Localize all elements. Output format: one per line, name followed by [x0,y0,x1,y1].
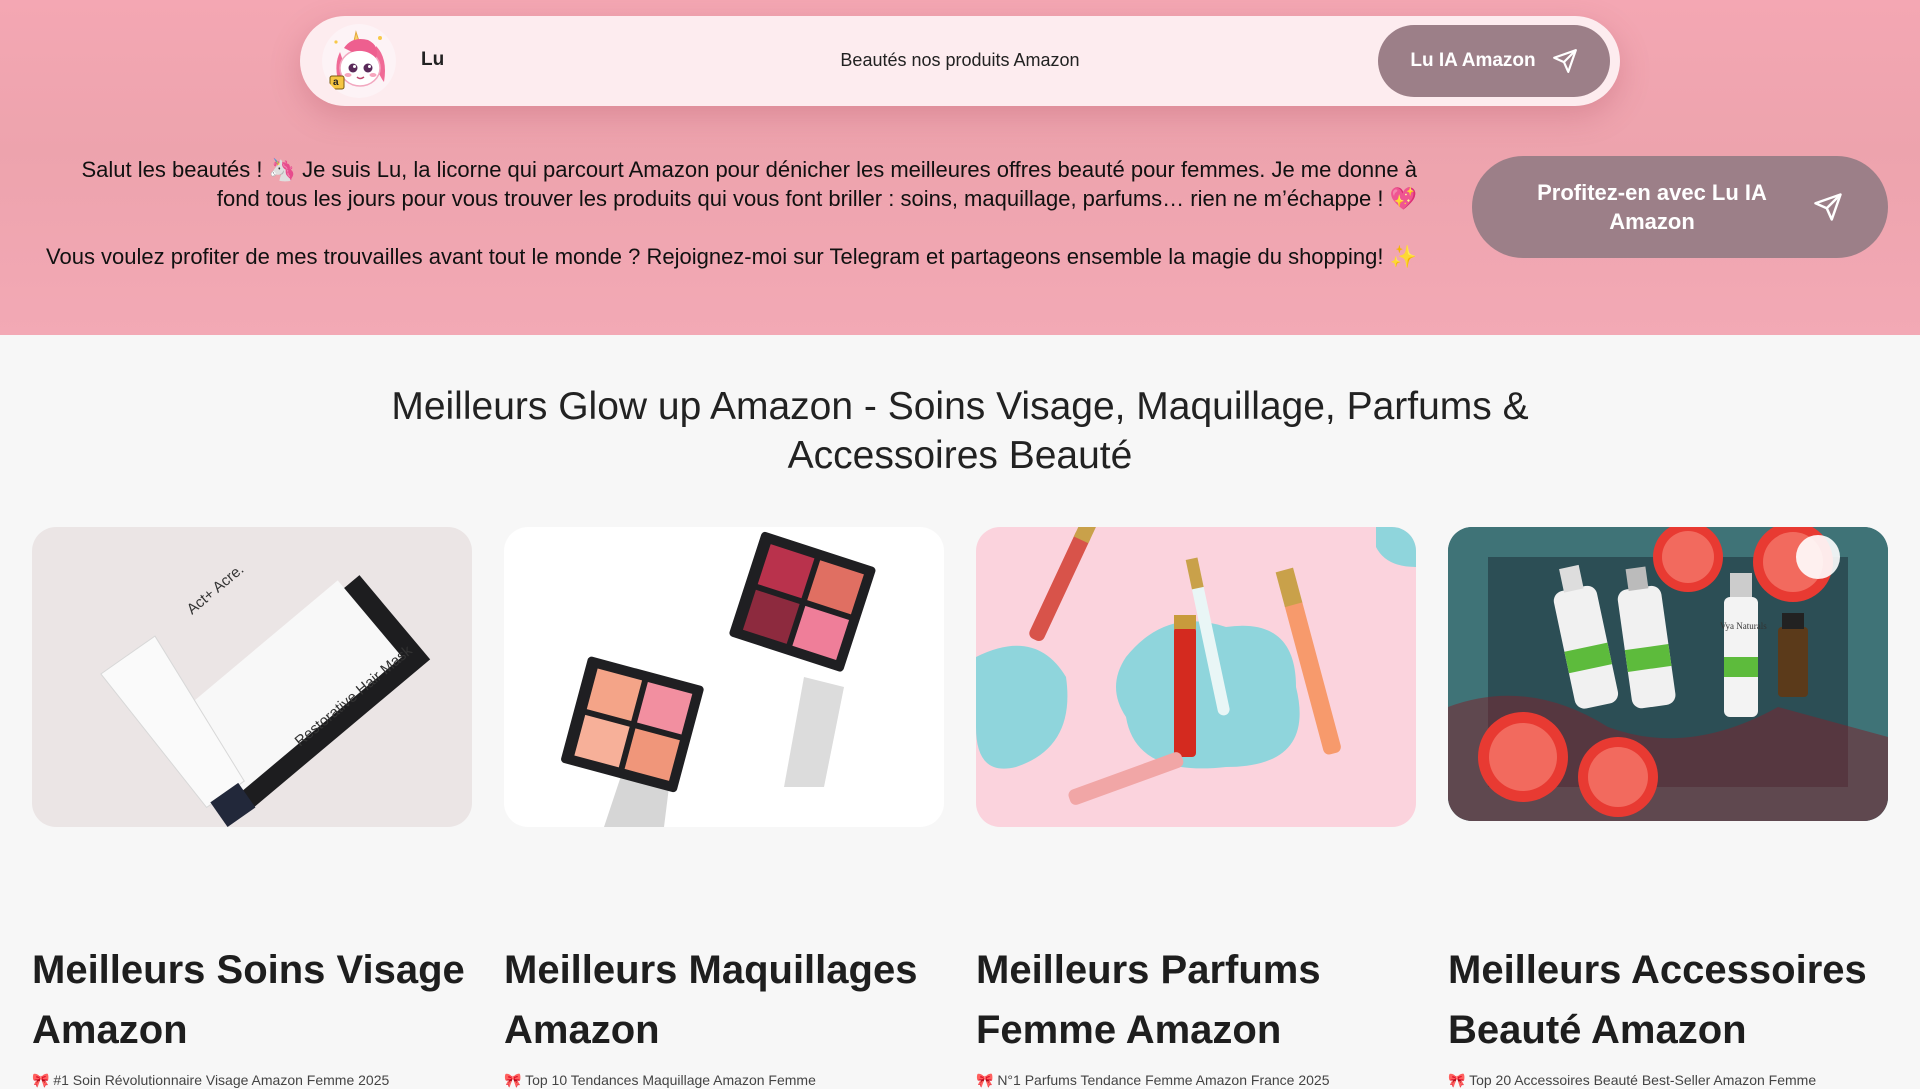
paper-plane-icon [1552,48,1578,74]
intro-text: Salut les beautés ! 🦄 Je suis Lu, la lic… [40,155,1417,300]
category-title-accessories[interactable]: Meilleurs Accessoires Beauté Amazon [1448,940,1908,1060]
paper-plane-icon [1813,192,1843,222]
category-image-skincare[interactable]: Act+ Acre. Restorative Hair Mask [32,527,472,827]
profitez-en-button[interactable]: Profitez-en avec Lu IA Amazon [1472,156,1888,258]
category-title-makeup[interactable]: Meilleurs Maquillages Amazon [504,940,964,1060]
lu-ia-amazon-button-label: Lu IA Amazon [1410,50,1536,71]
category-image-accessories[interactable]: Vya Naturals [1448,527,1888,821]
category-title-skincare[interactable]: Meilleurs Soins Visage Amazon [32,940,492,1060]
category-image-perfume[interactable] [976,527,1416,827]
profitez-en-button-label: Profitez-en avec Lu IA Amazon [1537,180,1767,234]
category-teaser[interactable]: 🎀 Top 10 Tendances Maquillage Amazon Fem… [504,1072,816,1089]
category-teaser[interactable]: 🎀 #1 Soin Révolutionnaire Visage Amazon … [32,1072,389,1089]
product-brand-text: Vya Naturals [1720,621,1767,631]
section-title: Meilleurs Glow up Amazon - Soins Visage,… [391,385,1529,477]
product-brand-text: Act+ Acre. [184,561,248,618]
header-tagline[interactable]: Beautés nos produits Amazon [800,50,1120,71]
intro-paragraph: Salut les beautés ! 🦄 Je suis Lu, la lic… [81,157,1418,211]
unicorn-mascot-icon[interactable]: a [322,24,396,98]
top-navigation-bar: a Lu Beautés nos produits Amazon Lu IA A… [300,16,1620,106]
logo-badge-text: a [333,77,339,88]
hero-banner: a Lu Beautés nos produits Amazon Lu IA A… [0,0,1920,335]
category-title-perfume[interactable]: Meilleurs Parfums Femme Amazon [976,940,1436,1060]
lu-ia-amazon-button[interactable]: Lu IA Amazon [1378,25,1610,97]
category-teaser[interactable]: 🎀 N°1 Parfums Tendance Femme Amazon Fran… [976,1072,1330,1089]
intro-paragraph: Vous voulez profiter de mes trouvailles … [46,244,1417,269]
category-teaser[interactable]: 🎀 Top 20 Accessoires Beauté Best-Seller … [1448,1072,1816,1089]
category-image-makeup[interactable] [504,527,944,827]
brand-name[interactable]: Lu [421,49,444,71]
